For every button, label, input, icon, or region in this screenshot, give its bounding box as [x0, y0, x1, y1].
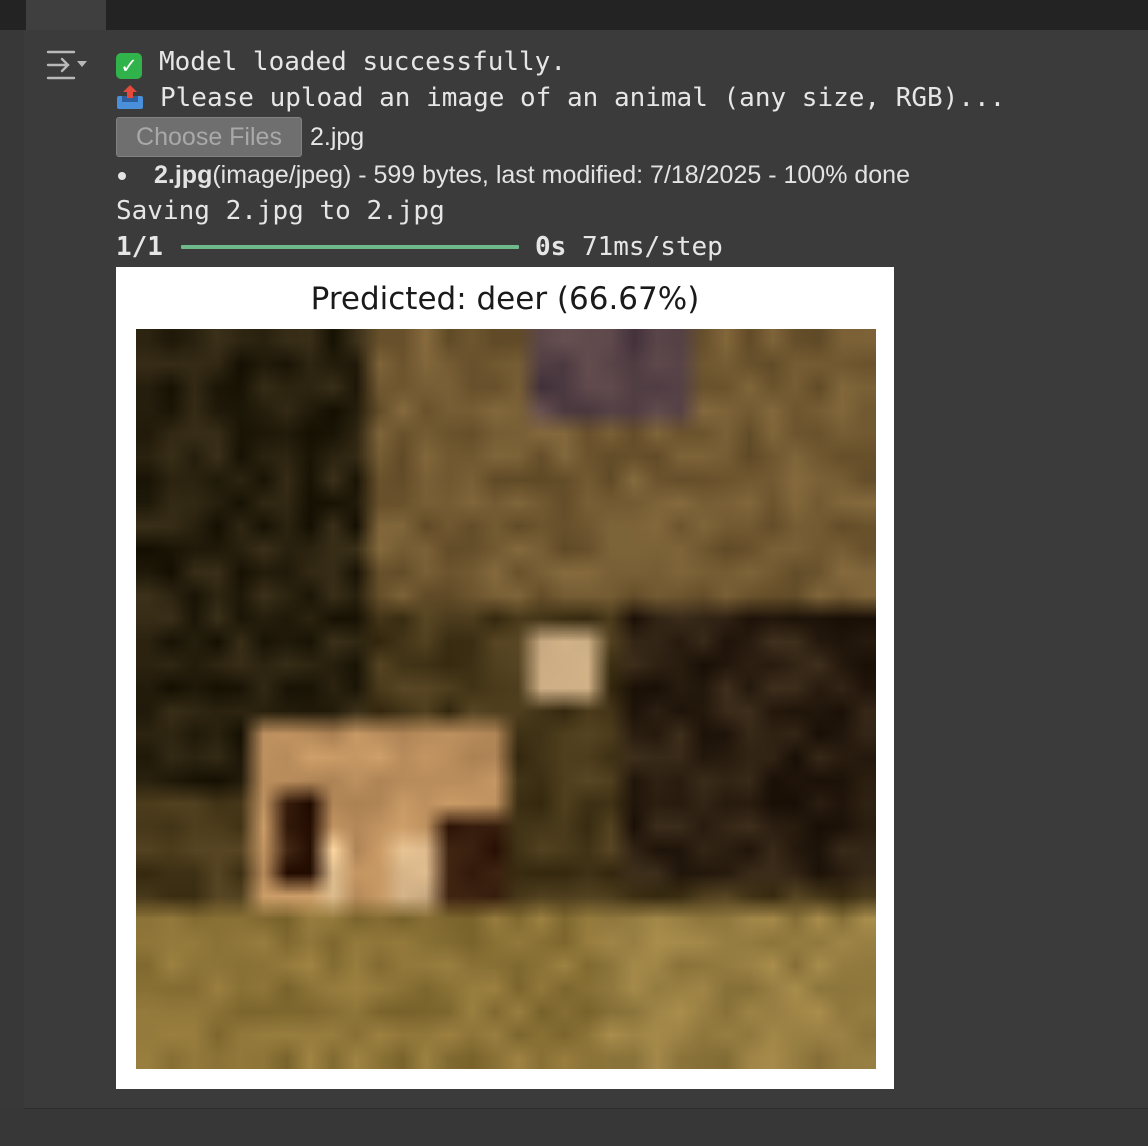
- upload-prompt-text: Please upload an image of an animal (any…: [160, 83, 1006, 113]
- top-toolbar-strip: [0, 0, 1148, 30]
- model-loaded-line: ✓ Model loaded successfully.: [116, 44, 1136, 80]
- uploaded-file-list: 2.jpg(image/jpeg) - 599 bytes, last modi…: [116, 157, 1136, 193]
- notebook-background: [0, 1109, 1148, 1146]
- progress-rate: 71ms/step: [581, 232, 723, 262]
- prediction-figure: Predicted: deer (66.67%): [116, 267, 894, 1089]
- model-loaded-text: Model loaded successfully.: [159, 47, 566, 77]
- figure-title: Predicted: deer (66.67%): [310, 281, 700, 317]
- progress-time: 0s: [534, 232, 567, 262]
- output-toggle-icon[interactable]: [44, 46, 92, 82]
- progress-steps: 1/1: [116, 232, 163, 262]
- upload-prompt-line: Please upload an image of an animal (any…: [116, 80, 1136, 116]
- uploaded-file-name: 2.jpg: [154, 161, 213, 189]
- bullet-icon: [118, 172, 126, 180]
- saving-line: Saving 2.jpg to 2.jpg: [116, 196, 445, 226]
- predicted-image: [136, 329, 876, 1069]
- progress-line: 1/1 0s 71ms/step: [116, 229, 1136, 265]
- progress-bar: [180, 245, 519, 249]
- file-upload-row: Choose Files 2.jpg: [116, 117, 1136, 157]
- selected-file-name: 2.jpg: [310, 122, 365, 151]
- outbox-tray-icon: [116, 84, 144, 110]
- list-item: 2.jpg(image/jpeg) - 599 bytes, last modi…: [116, 157, 1136, 193]
- uploaded-file-details: (image/jpeg) - 599 bytes, last modified:…: [212, 161, 910, 189]
- check-mark-icon: ✓: [116, 53, 142, 79]
- choose-files-button[interactable]: Choose Files: [116, 117, 302, 157]
- cell-tab[interactable]: [26, 0, 106, 30]
- cell-output: ✓ Model loaded successfully. Please uploa…: [116, 44, 1136, 265]
